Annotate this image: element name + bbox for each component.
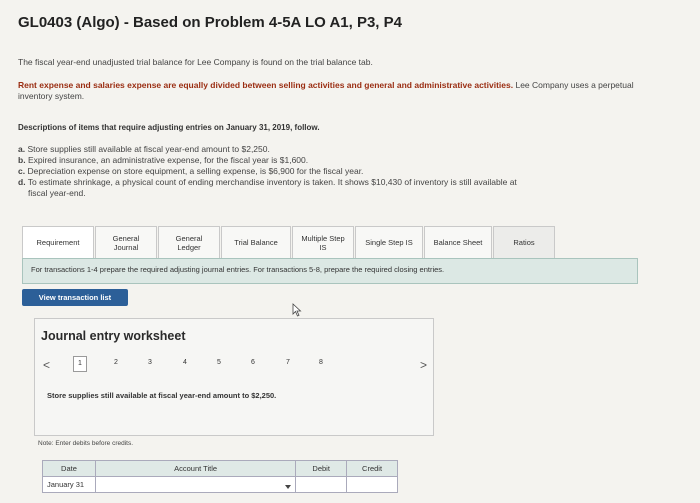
col-credit: Credit [346, 460, 398, 477]
tab-trial-balance[interactable]: Trial Balance [221, 226, 291, 258]
instructions-banner: For transactions 1-4 prepare the require… [22, 258, 638, 284]
tab-single-step-is[interactable]: Single Step IS [355, 226, 423, 258]
item-key: a. [18, 144, 26, 154]
table-header-row: Date Account Title Debit Credit [42, 460, 398, 477]
item-text: To estimate shrinkage, a physical count … [27, 177, 517, 187]
expense-note: Rent expense and salaries expense are eq… [18, 80, 648, 102]
page-1[interactable]: 1 [73, 356, 87, 372]
chevron-right-icon[interactable]: > [420, 358, 427, 372]
item-key: b. [18, 155, 26, 165]
entry-pager: < 1 2 3 4 5 6 7 8 > [35, 356, 433, 373]
list-item: c. Depreciation expense on store equipme… [18, 166, 658, 177]
item-key: d. [18, 177, 26, 187]
item-key: c. [18, 166, 26, 176]
page-4[interactable]: 4 [179, 359, 191, 366]
list-item: a. Store supplies still available at fis… [18, 144, 658, 155]
debits-note: Note: Enter debits before credits. [38, 440, 134, 447]
page-title: GL0403 (Algo) - Based on Problem 4-5A LO… [18, 14, 402, 31]
tab-general-ledger[interactable]: General Ledger [158, 226, 220, 258]
debit-input[interactable] [295, 476, 348, 493]
mouse-pointer-icon [292, 303, 302, 317]
item-text: Store supplies still available at fiscal… [27, 144, 270, 154]
page-7[interactable]: 7 [282, 359, 294, 366]
page-8[interactable]: 8 [315, 359, 327, 366]
tab-requirement[interactable]: Requirement [22, 226, 94, 258]
date-cell: January 31 [42, 476, 96, 493]
adjustment-items: a. Store supplies still available at fis… [18, 144, 658, 199]
entry-description: Store supplies still available at fiscal… [47, 391, 277, 400]
intro-text: The fiscal year-end unadjusted trial bal… [18, 57, 373, 67]
expense-note-bold: Rent expense and salaries expense are eq… [18, 80, 514, 90]
tab-general-journal[interactable]: General Journal [95, 226, 157, 258]
dropdown-arrow-icon[interactable] [285, 485, 292, 489]
chevron-left-icon[interactable]: < [43, 358, 50, 372]
view-transaction-list-button[interactable]: View transaction list [22, 289, 128, 306]
page-6[interactable]: 6 [247, 359, 259, 366]
list-item: d. To estimate shrinkage, a physical cou… [18, 177, 658, 188]
worksheet-title: Journal entry worksheet [41, 329, 186, 343]
item-text: Depreciation expense on store equipment,… [27, 166, 364, 176]
page-3[interactable]: 3 [144, 359, 156, 366]
descriptions-heading: Descriptions of items that require adjus… [18, 123, 320, 132]
journal-table: Date Account Title Debit Credit January … [42, 460, 398, 493]
journal-entry-worksheet: Journal entry worksheet < 1 2 3 4 5 6 7 … [34, 318, 434, 436]
tab-ratios[interactable]: Ratios [493, 226, 555, 258]
table-row: January 31 [42, 476, 398, 493]
page-5[interactable]: 5 [213, 359, 225, 366]
tab-balance-sheet[interactable]: Balance Sheet [424, 226, 492, 258]
item-text: Expired insurance, an administrative exp… [27, 155, 309, 165]
col-debit: Debit [295, 460, 348, 477]
tab-multiple-step-is[interactable]: Multiple Step IS [292, 226, 354, 258]
account-title-select[interactable] [94, 476, 297, 493]
col-date: Date [42, 460, 96, 477]
credit-input[interactable] [346, 476, 398, 493]
tab-bar: Requirement General Journal General Ledg… [22, 226, 556, 258]
page-2[interactable]: 2 [110, 359, 122, 366]
item-text: fiscal year-end. [28, 188, 86, 198]
col-account-title: Account Title [94, 460, 297, 477]
list-item: fiscal year-end. [18, 188, 658, 199]
list-item: b. Expired insurance, an administrative … [18, 155, 658, 166]
